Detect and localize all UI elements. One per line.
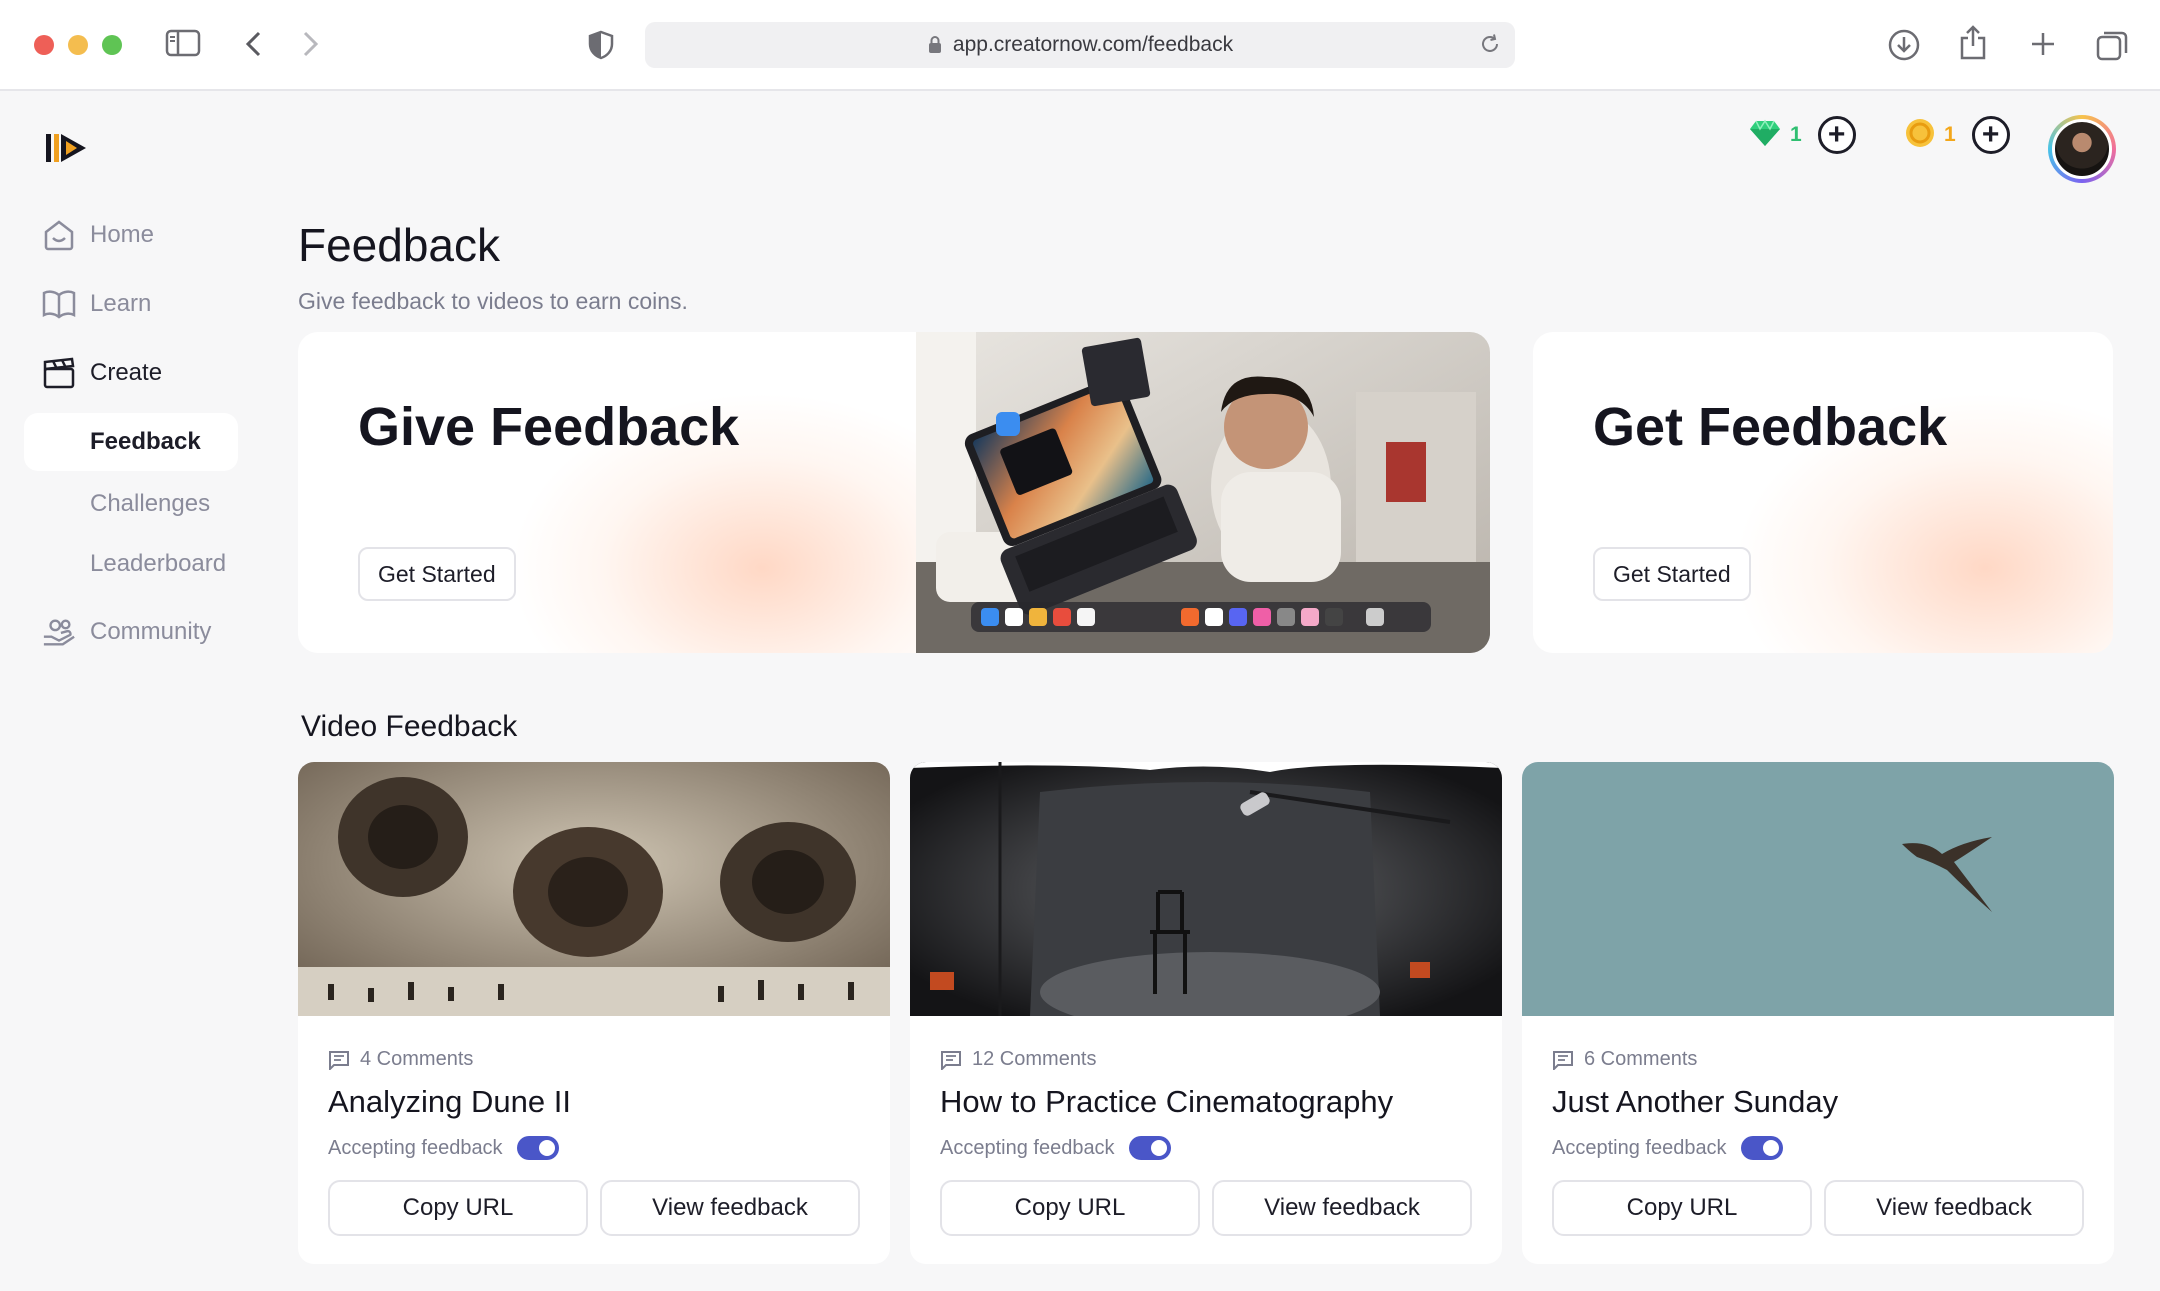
video-feedback-heading: Video Feedback <box>301 710 518 743</box>
page-title: Feedback <box>298 219 501 271</box>
view-feedback-button[interactable]: View feedback <box>600 1180 860 1236</box>
zoom-window-button[interactable] <box>102 35 122 55</box>
download-icon[interactable] <box>1887 28 1921 62</box>
book-icon <box>42 287 76 321</box>
sidebar-label-create: Create <box>90 359 163 386</box>
sidebar-item-feedback[interactable]: Feedback <box>24 413 238 471</box>
add-gems-button[interactable]: + <box>1817 116 1856 154</box>
video-title: Just Another Sunday <box>1552 1084 1839 1119</box>
accepting-feedback-toggle[interactable] <box>516 1136 559 1160</box>
comment-count: 12 Comments <box>940 1048 1097 1071</box>
comment-count: 4 Comments <box>328 1048 473 1071</box>
accepting-feedback-toggle[interactable] <box>1740 1136 1783 1160</box>
view-feedback-button[interactable]: View feedback <box>1824 1180 2084 1236</box>
sidebar-item-home[interactable]: Home <box>42 218 154 252</box>
get-feedback-title: Get Feedback <box>1593 397 1948 457</box>
sidebar-item-learn[interactable]: Learn <box>42 287 151 321</box>
gem-counter: 1 + <box>1748 116 1856 154</box>
video-thumbnail <box>910 762 1502 1016</box>
page-subtitle: Give feedback to videos to earn coins. <box>298 288 688 314</box>
minimize-window-button[interactable] <box>68 35 88 55</box>
copy-url-button[interactable]: Copy URL <box>940 1180 1200 1236</box>
comment-count: 6 Comments <box>1552 1048 1697 1071</box>
url-text: app.creatornow.com/feedback <box>952 33 1234 56</box>
accepting-feedback-toggle[interactable] <box>1128 1136 1171 1160</box>
forward-arrow-icon[interactable] <box>300 30 320 58</box>
user-avatar[interactable] <box>2048 115 2116 183</box>
gem-icon <box>1748 118 1782 153</box>
get-feedback-banner[interactable]: Get Feedback Get Started <box>1533 332 2113 653</box>
sidebar-item-create[interactable]: Create <box>42 356 162 390</box>
copy-url-button[interactable]: Copy URL <box>1552 1180 1812 1236</box>
sidebar-toggle-icon[interactable] <box>165 29 201 57</box>
sidebar-label-community: Community <box>90 618 212 645</box>
coin-icon <box>1904 117 1936 154</box>
address-bar[interactable]: app.creatornow.com/feedback <box>645 22 1515 68</box>
close-window-button[interactable] <box>34 35 54 55</box>
coin-counter: 1 + <box>1904 116 2010 154</box>
community-hands-icon <box>42 615 76 649</box>
add-coins-button[interactable]: + <box>1971 116 2010 154</box>
give-feedback-get-started-button[interactable]: Get Started <box>358 547 516 601</box>
sidebar-label-learn: Learn <box>90 290 152 317</box>
accepting-feedback-row: Accepting feedback <box>1552 1136 1783 1160</box>
tab-overview-icon[interactable] <box>2096 29 2128 61</box>
browser-toolbar: app.creatornow.com/feedback <box>0 0 2160 91</box>
creator-with-laptop-image <box>916 332 1490 653</box>
video-title: How to Practice Cinematography <box>940 1084 1394 1119</box>
give-feedback-banner[interactable]: Give Feedback Get Started <box>298 332 1490 653</box>
accepting-feedback-row: Accepting feedback <box>328 1136 559 1160</box>
video-title: Analyzing Dune II <box>328 1084 571 1119</box>
sidebar-item-challenges[interactable]: Challenges <box>90 490 210 518</box>
accepting-feedback-row: Accepting feedback <box>940 1136 1171 1160</box>
lock-icon <box>927 35 943 55</box>
shield-icon[interactable] <box>588 30 614 60</box>
creatornow-logo[interactable] <box>44 130 90 171</box>
get-feedback-get-started-button[interactable]: Get Started <box>1593 547 1751 601</box>
home-icon <box>42 218 76 252</box>
gem-count: 1 <box>1790 123 1802 146</box>
video-thumbnail <box>298 762 890 1016</box>
view-feedback-button[interactable]: View feedback <box>1212 1180 1472 1236</box>
clapperboard-icon <box>42 356 76 390</box>
copy-url-button[interactable]: Copy URL <box>328 1180 588 1236</box>
sidebar-label-home: Home <box>90 221 155 248</box>
video-card[interactable]: 4 Comments Analyzing Dune II Accepting f… <box>298 762 890 1264</box>
share-icon[interactable] <box>1958 24 1988 62</box>
comment-icon <box>1552 1050 1574 1070</box>
comment-icon <box>940 1050 962 1070</box>
sidebar-item-leaderboard[interactable]: Leaderboard <box>90 550 226 578</box>
sidebar-item-community[interactable]: Community <box>42 615 211 649</box>
reload-icon[interactable] <box>1479 33 1501 61</box>
give-feedback-title: Give Feedback <box>358 397 740 457</box>
comment-icon <box>328 1050 350 1070</box>
new-tab-plus-icon[interactable] <box>2029 30 2057 58</box>
back-arrow-icon[interactable] <box>244 30 264 58</box>
video-thumbnail <box>1522 762 2114 1016</box>
video-card[interactable]: 6 Comments Just Another Sunday Accepting… <box>1522 762 2114 1264</box>
video-card[interactable]: 12 Comments How to Practice Cinematograp… <box>910 762 1502 1264</box>
coin-count: 1 <box>1944 123 1956 146</box>
